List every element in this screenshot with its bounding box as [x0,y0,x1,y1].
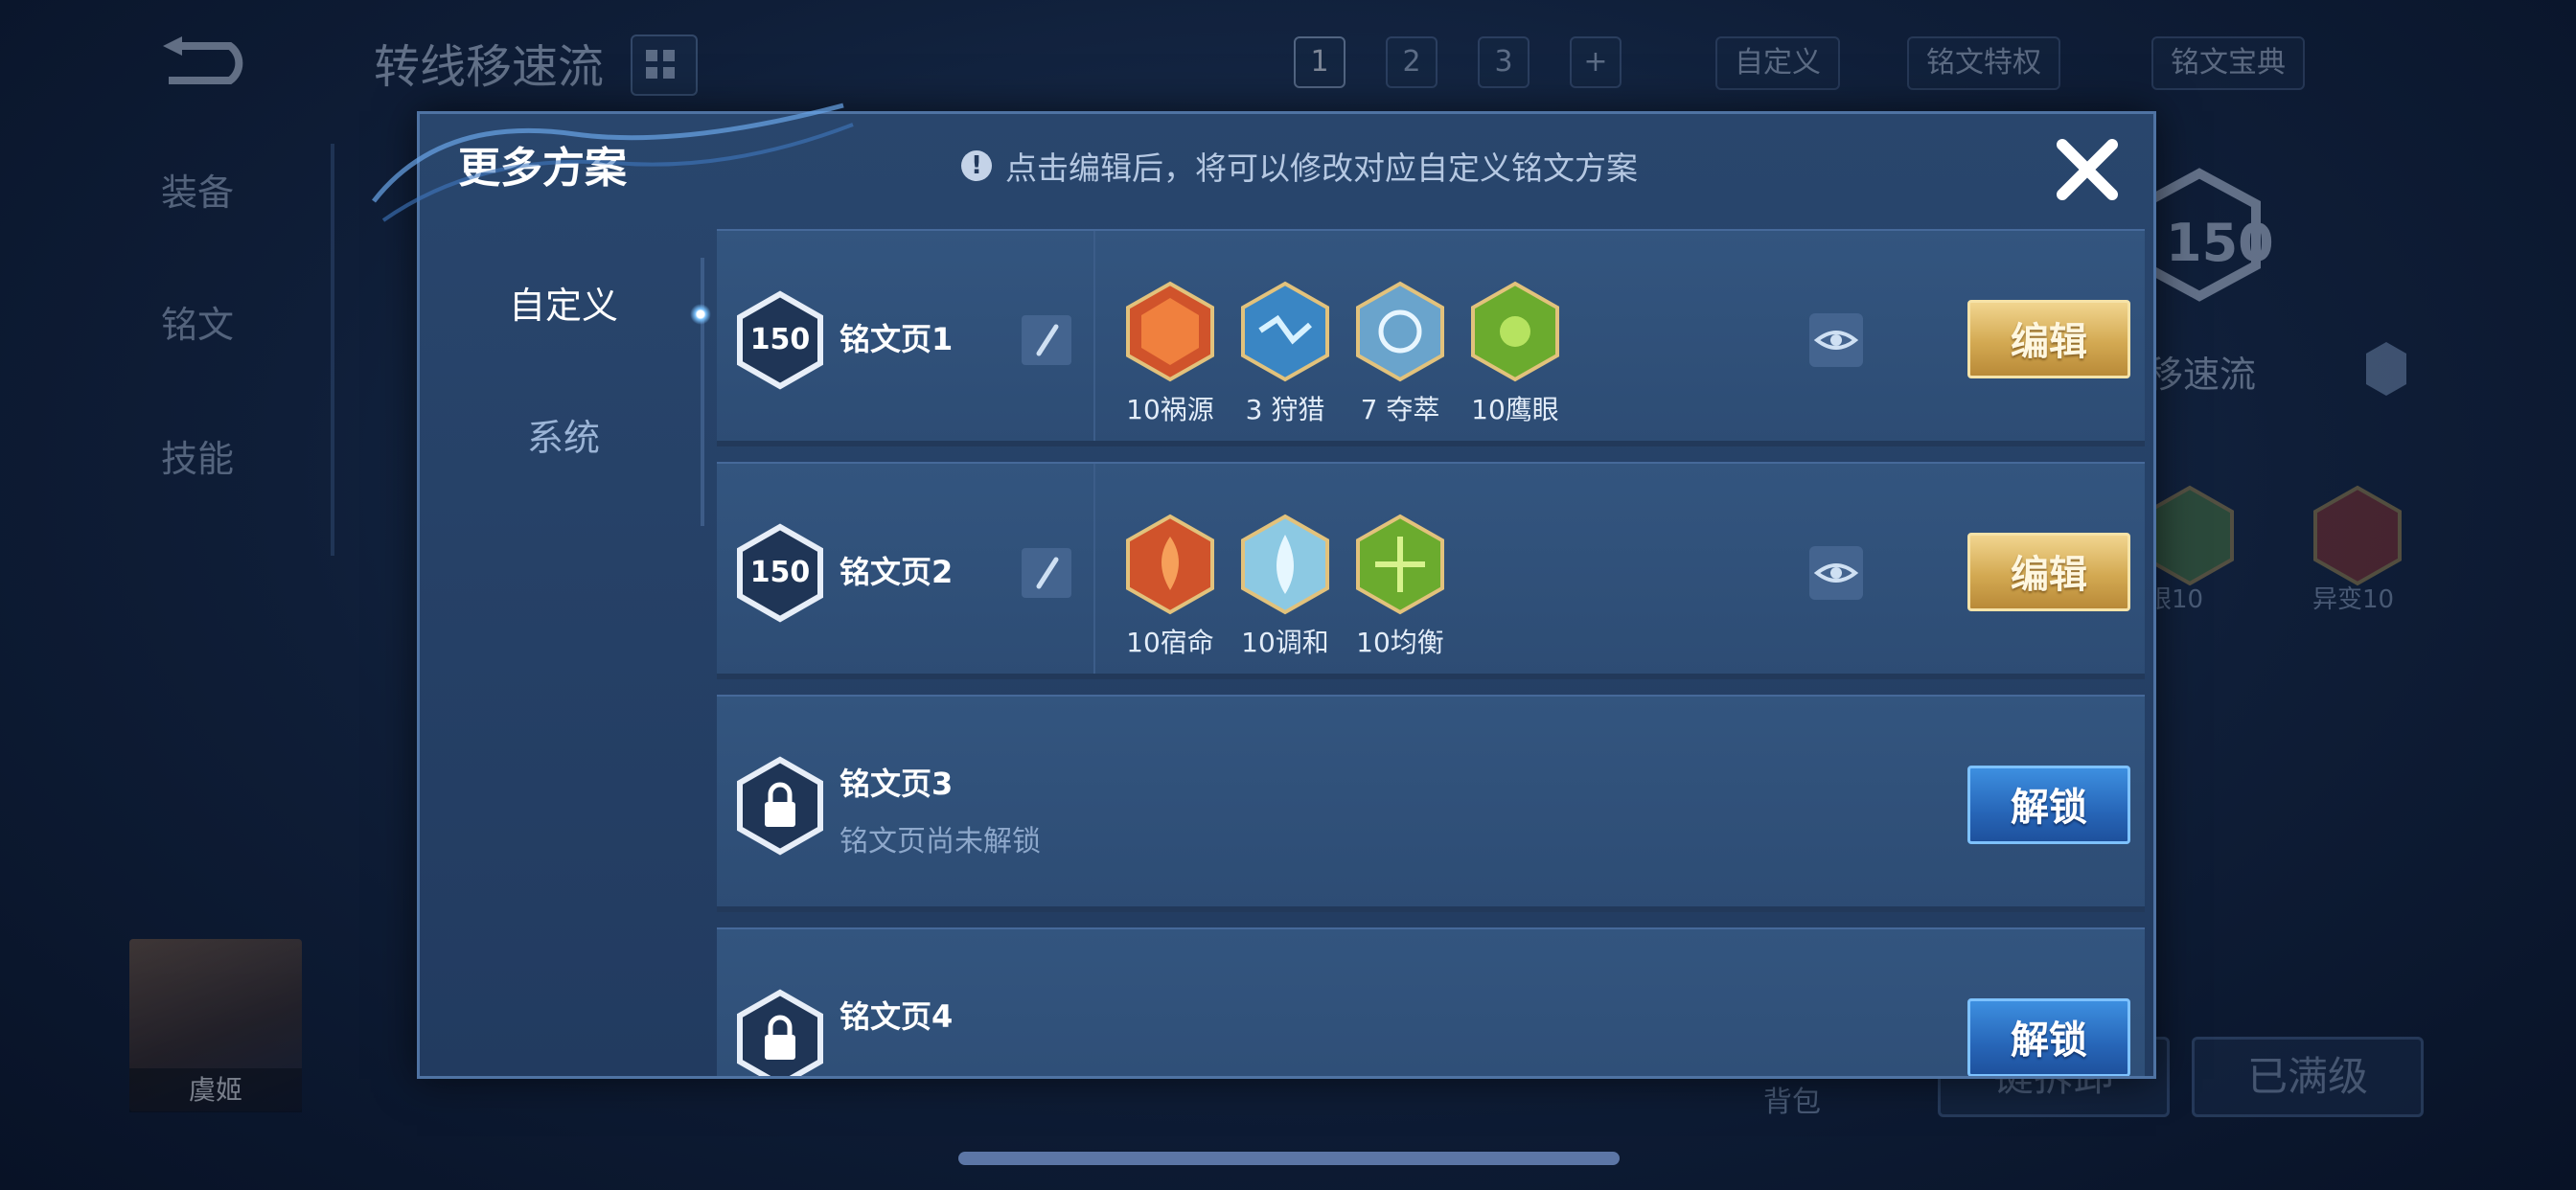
maxed-level-button[interactable]: 已满级 [2192,1037,2424,1117]
sidebar-item-equipment[interactable]: 装备 [161,163,234,216]
sidebar-item-skills[interactable]: 技能 [161,429,234,482]
blue-rune-icon [1241,281,1329,382]
rune-page-card: 150 铭文页1 10祸源 3 狩猎 7 夺萃 10鹰眼 编辑 [717,229,2145,446]
blue-rune-icon [1356,281,1444,382]
lock-hex [734,989,826,1076]
red-rune-icon [2313,485,2402,586]
rune-page-name: 铭文页2 [840,554,954,590]
eye-icon[interactable] [1809,546,1863,600]
tab-custom[interactable]: 自定义 [420,258,707,354]
level-hex: 150 [734,523,826,623]
locked-status: 铭文页尚未解锁 [840,825,1041,858]
rune-page-name: 铭文页1 [840,321,954,357]
page-tab-1[interactable]: 1 [1294,36,1346,88]
plan-type-tabs: 自定义 系统 [420,229,707,1076]
add-page-tab[interactable]: + [1570,36,1622,88]
page-tab-2[interactable]: 2 [1386,36,1438,88]
grid-menu-button[interactable] [631,34,698,96]
loadout-title: 转线移速流 [374,40,605,94]
rune-page-name: 铭文页3 [840,766,954,802]
blue-rune-icon [1241,514,1329,615]
lock-icon [737,989,823,1076]
rune-page-card-locked: 铭文页3 铭文页尚未解锁 解锁 [717,695,2145,912]
rune-codex-button[interactable]: 铭文宝典 [2151,36,2305,90]
decorative-wisp [372,103,854,222]
rune-label: 10宿命 [1126,627,1214,658]
more-plans-modal: 更多方案 ! 点击编辑后，将可以修改对应自定义铭文方案 自定义 系统 150 铭… [417,111,2156,1079]
rune-label: 3 狩猎 [1245,394,1325,425]
close-icon[interactable] [2049,131,2126,208]
rune-privilege-button[interactable]: 铭文特权 [1907,36,2060,90]
sidebar-rail [331,144,334,556]
rename-pencil-icon[interactable] [1022,315,1071,365]
divider [1093,464,1095,679]
level-value: 150 [749,556,811,589]
rune-page-card: 150 铭文页2 10宿命 10调和 10均衡 编辑 [717,462,2145,679]
green-rune-icon [2146,485,2234,586]
tab-rail [701,258,704,526]
edit-button[interactable]: 编辑 [1967,533,2130,611]
custom-button[interactable]: 自定义 [1715,36,1840,90]
red-rune-icon [1126,281,1214,382]
unlock-button[interactable]: 解锁 [1967,998,2130,1076]
tab-indicator [690,304,711,325]
list-icon[interactable] [2362,340,2410,398]
bag-label[interactable]: 背包 [1763,1078,1821,1120]
notice-text: 点击编辑后，将可以修改对应自定义铭文方案 [1005,149,1638,187]
rune-page-name: 铭文页4 [840,998,954,1035]
exclamation-icon: ! [961,150,992,181]
page-tab-3[interactable]: 3 [1478,36,1530,88]
modal-notice: ! 点击编辑后，将可以修改对应自定义铭文方案 [961,143,1638,189]
rune-page-card-locked: 铭文页4 解锁 [717,927,2145,1076]
green-rune-icon [1356,514,1444,615]
rune-label: 7 夺萃 [1360,394,1440,425]
tab-system[interactable]: 系统 [420,390,707,486]
plan-name: 移速流 [2147,354,2257,396]
back-arrow-icon[interactable] [153,33,259,90]
rename-pencil-icon[interactable] [1022,548,1071,598]
level-hex: 150 [734,290,826,390]
rune-label: 10调和 [1241,627,1329,658]
edit-button[interactable]: 编辑 [1967,300,2130,378]
level-badge: 150 [2166,213,2274,273]
rune-page-list: 150 铭文页1 10祸源 3 狩猎 7 夺萃 10鹰眼 编辑 150 铭文页2… [717,229,2145,1076]
green-rune-icon [1471,281,1559,382]
red-rune-icon [1126,514,1214,615]
divider [1093,231,1095,446]
hero-name: 虞姬 [129,1068,302,1112]
bg-rune-label: 异变10 [2312,585,2395,614]
rune-label: 10均衡 [1356,627,1444,658]
lock-icon [737,756,823,856]
home-indicator[interactable] [958,1152,1620,1165]
eye-icon[interactable] [1809,313,1863,367]
lock-hex [734,756,826,856]
unlock-button[interactable]: 解锁 [1967,766,2130,844]
rune-label: 10鹰眼 [1471,394,1559,425]
rune-label: 10祸源 [1126,394,1214,425]
level-value: 150 [749,323,811,356]
sidebar-item-runes[interactable]: 铭文 [161,295,234,348]
